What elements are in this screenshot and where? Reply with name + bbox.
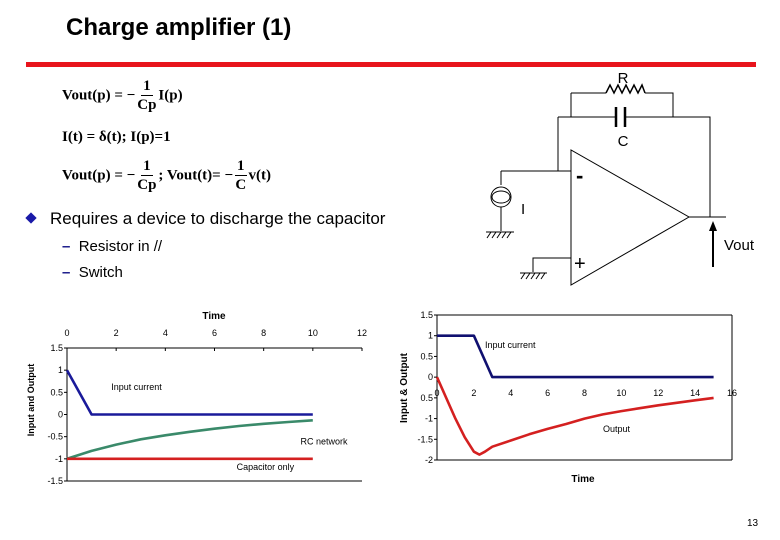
inverting-input-label: -	[576, 163, 583, 188]
x-tick-label: 6	[212, 328, 217, 338]
x-tick-label: 12	[653, 388, 663, 398]
equation-vout-t: Vout(p) = −1 Cp; Vout(t)= −1 Cv(t)	[62, 158, 271, 194]
sub-bullet-text: Switch	[78, 264, 123, 281]
eq1-denominator: Cp	[137, 97, 157, 113]
x-tick-label: 0	[64, 328, 69, 338]
series-label-rc-network: RC network	[301, 437, 349, 447]
eq1-fraction: 1 Cp	[137, 78, 156, 114]
page-number: 13	[747, 518, 759, 529]
series-label-capacitor-only: Capacitor only	[237, 462, 295, 472]
eq3-numerator-2: 1	[235, 158, 247, 176]
chart2-ylabel: Input & Output	[399, 352, 410, 423]
series-label-input-current: Input current	[485, 340, 536, 350]
dash-icon: –	[62, 238, 71, 255]
non-inverting-input-wire	[532, 257, 571, 272]
x-tick-label: 2	[114, 328, 119, 338]
eq3-fraction-2: 1C	[235, 158, 247, 194]
vout-arrowhead-icon	[709, 221, 717, 231]
eq3-numerator-1: 1	[141, 158, 153, 176]
series-input-current	[437, 334, 714, 379]
y-tick-label: 1.5	[50, 343, 63, 353]
eq3-mid: ; Vout(t)= −	[158, 167, 234, 184]
y-tick-label: -1	[425, 414, 433, 424]
x-tick-label: 6	[545, 388, 550, 398]
y-tick-label: -2	[425, 455, 433, 465]
source-label: I	[521, 201, 525, 218]
x-tick-label: 8	[261, 328, 266, 338]
eq3-fraction-1: 1 Cp	[137, 158, 156, 194]
y-tick-label: -0.5	[47, 432, 63, 442]
x-tick-label: 12	[357, 328, 367, 338]
y-tick-label: 0.5	[420, 393, 433, 403]
dash-icon: –	[62, 264, 71, 281]
y-tick-label: 0	[58, 410, 63, 420]
x-tick-label: 10	[308, 328, 318, 338]
eq1-lhs: Vout(p) = −	[62, 87, 136, 104]
x-tick-label: 2	[471, 388, 476, 398]
y-tick-label: 1	[428, 331, 433, 341]
op-amp-icon	[570, 149, 691, 286]
chart1-xlabel: Time	[202, 311, 226, 322]
eq3-denominator-1: Cp	[137, 177, 157, 193]
series-label-input-current: Input current	[111, 382, 162, 392]
x-tick-label: 0	[434, 388, 439, 398]
capacitor-label: C	[618, 133, 629, 150]
x-tick-label: 4	[163, 328, 168, 338]
x-tick-label: 16	[727, 388, 737, 398]
eq1-rhs: I(p)	[158, 87, 183, 104]
capacitor-wire	[626, 116, 711, 217]
resistor-wire	[645, 92, 674, 117]
eq3-rhs: v(t)	[248, 167, 272, 184]
y-tick-label: 0.5	[420, 351, 433, 361]
bullet-diamond-icon	[25, 212, 37, 224]
equation-impulse: I(t) = δ(t); I(p)=1	[62, 129, 171, 145]
chart-capacitor-vs-rc: 1.5 1 0.5 0 -0.5 -1 -1.5 0 2 4 6 8 10 12 Input current…	[26, 311, 367, 486]
y-tick-label: -1.5	[417, 434, 433, 444]
ground-hatch-icon	[520, 272, 546, 280]
charge-amplifier-circuit: R C I - + Vout	[486, 70, 755, 286]
sub-bullet-switch: – Switch	[62, 264, 123, 281]
y-tick-label: 0	[428, 372, 433, 382]
eq1-numerator: 1	[141, 78, 153, 96]
y-tick-label: 0.5	[50, 387, 63, 397]
sub-bullet-resistor: – Resistor in //	[62, 238, 162, 255]
current-source-icon	[491, 190, 511, 204]
series-output	[435, 376, 714, 456]
eq3-lhs: Vout(p) = −	[62, 167, 136, 184]
equation-vout-p: Vout(p) = −1 Cp I(p)	[62, 78, 183, 114]
x-tick-label: 14	[690, 388, 700, 398]
chart2-xlabel: Time	[571, 474, 595, 485]
eq3-denominator-2: C	[235, 177, 247, 193]
series-input-current	[65, 369, 313, 416]
resistor-label: R	[618, 70, 629, 87]
series-rc-network	[66, 419, 313, 461]
x-tick-label: 4	[508, 388, 513, 398]
vout-label: Vout	[724, 237, 755, 254]
y-tick-label: -1	[55, 454, 63, 464]
slide-title: Charge amplifier (1)	[66, 14, 292, 41]
series-label-output: Output	[603, 424, 631, 434]
chart-charge-amp-output: 1.510.500.5-1-1.5-20 2 4 6 8 10 12 14 16Input cu…	[399, 310, 737, 485]
non-inverting-input-label: +	[574, 253, 586, 275]
current-source-icon	[490, 186, 512, 208]
sub-bullet-text: Resistor in //	[78, 238, 163, 255]
inverting-input-wire	[557, 117, 571, 172]
y-tick-label: -1.5	[47, 476, 63, 486]
x-tick-label: 8	[582, 388, 587, 398]
chart1-ylabel: Input and Output	[26, 364, 36, 436]
y-tick-label: 1	[58, 365, 63, 375]
ground-hatch-icon	[486, 231, 512, 239]
y-tick-label: 1.5	[420, 310, 433, 320]
bullet-main: Requires a device to discharge the capac…	[50, 209, 386, 228]
x-tick-label: 10	[616, 388, 626, 398]
